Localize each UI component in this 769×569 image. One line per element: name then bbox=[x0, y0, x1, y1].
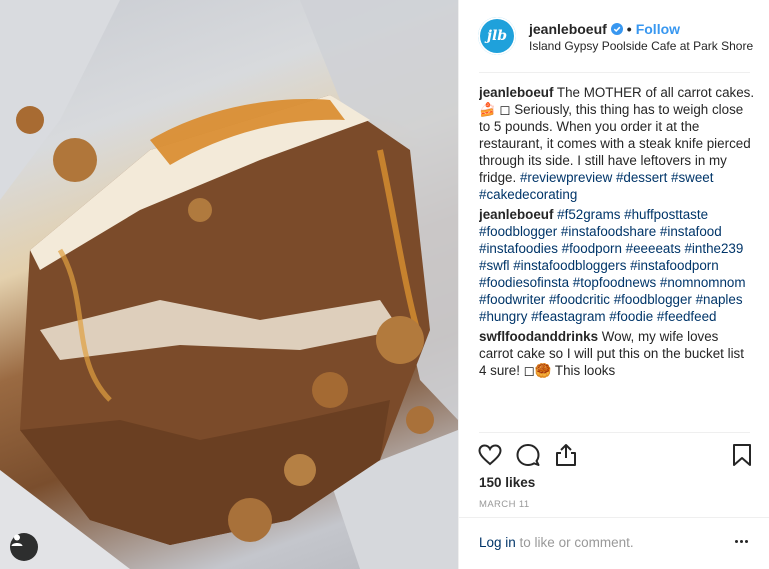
follow-button[interactable]: Follow bbox=[636, 21, 680, 37]
more-options-icon[interactable] bbox=[735, 538, 749, 544]
login-prompt: Log in to like or comment. bbox=[479, 535, 634, 550]
post-header: jlb jeanleboeuf • Follow Island Gypsy Po… bbox=[459, 0, 769, 73]
caption-username[interactable]: jeanleboeuf bbox=[479, 85, 553, 100]
post-sidebar: jlb jeanleboeuf • Follow Island Gypsy Po… bbox=[458, 0, 769, 569]
comment-item: jeanleboeuf #f52grams #huffposttaste #fo… bbox=[479, 206, 755, 325]
footer-divider bbox=[459, 517, 769, 518]
comment-username[interactable]: jeanleboeuf bbox=[479, 207, 553, 222]
post-date[interactable]: MARCH 11 bbox=[479, 499, 530, 510]
share-icon[interactable] bbox=[553, 442, 579, 468]
heart-icon[interactable] bbox=[477, 442, 503, 468]
login-suffix: to like or comment. bbox=[515, 535, 634, 550]
tagged-user-icon[interactable] bbox=[10, 533, 38, 561]
comments-list[interactable]: jeanleboeuf The MOTHER of all carrot cak… bbox=[479, 84, 755, 431]
speech-bubble-icon[interactable] bbox=[515, 442, 541, 468]
verified-badge-icon bbox=[610, 23, 623, 35]
author-avatar[interactable]: jlb bbox=[478, 17, 516, 55]
post-photo[interactable] bbox=[0, 0, 458, 569]
login-link[interactable]: Log in bbox=[479, 535, 516, 550]
bookmark-icon[interactable] bbox=[729, 442, 755, 468]
likes-count[interactable]: 150 likes bbox=[479, 475, 535, 490]
comment-hashtags[interactable]: #f52grams #huffposttaste #foodblogger #i… bbox=[479, 207, 746, 324]
caption: jeanleboeuf The MOTHER of all carrot cak… bbox=[479, 84, 755, 203]
separator-dot: • bbox=[626, 21, 632, 37]
comment-username[interactable]: swflfoodanddrinks bbox=[479, 329, 598, 344]
comment-item: swflfoodanddrinks Wow, my wife loves car… bbox=[479, 328, 755, 379]
location-link[interactable]: Island Gypsy Poolside Cafe at Park Shore bbox=[529, 39, 755, 53]
author-row: jeanleboeuf • Follow bbox=[529, 21, 680, 37]
actions-divider bbox=[479, 432, 750, 433]
header-divider bbox=[479, 72, 750, 73]
carrot-cake-image bbox=[0, 0, 458, 569]
author-username[interactable]: jeanleboeuf bbox=[529, 21, 607, 37]
